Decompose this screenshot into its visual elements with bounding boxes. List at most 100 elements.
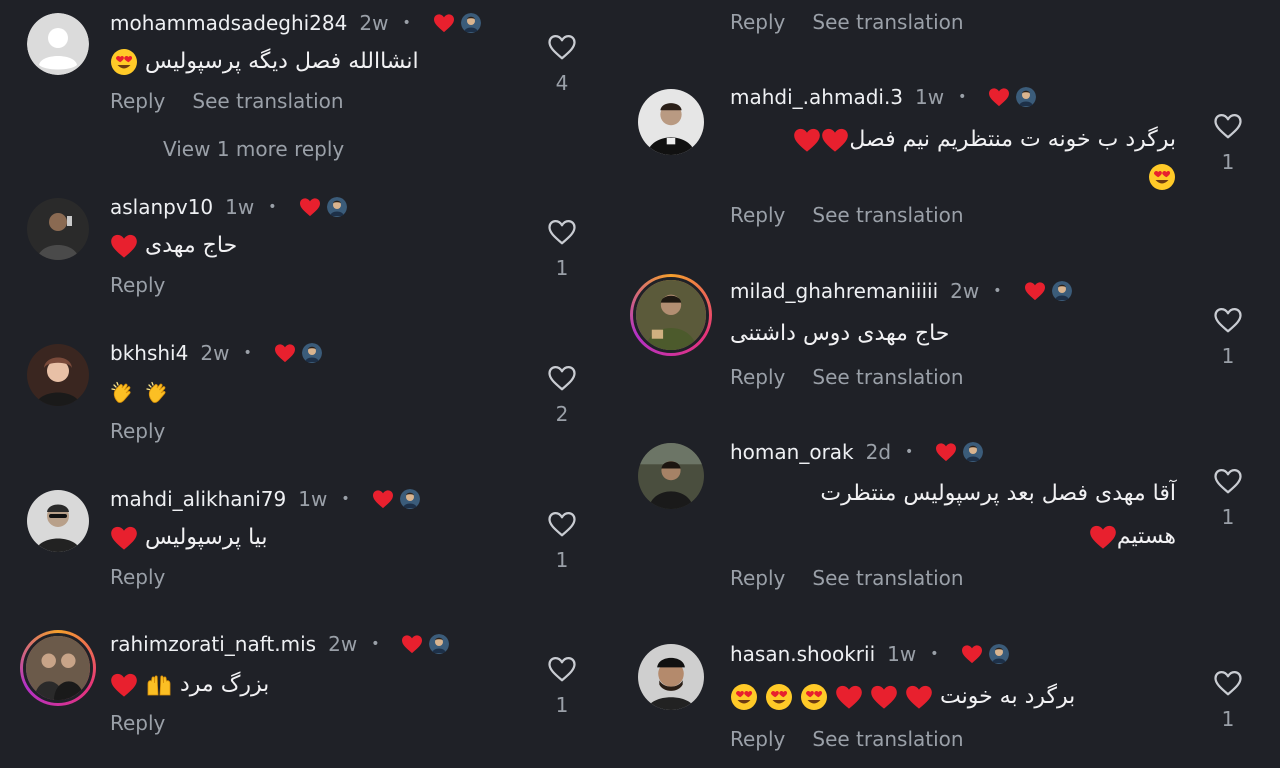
like-count: 1 <box>1221 505 1235 529</box>
comment-meta: rahimzorati_naft.mis 2w • <box>110 630 449 658</box>
user-avatar-icon <box>23 633 93 703</box>
avatar[interactable] <box>27 490 89 552</box>
creator-liked-heart-icon <box>433 13 455 33</box>
user-avatar-icon <box>27 198 89 260</box>
like-count: 1 <box>555 256 569 280</box>
see-translation-button[interactable]: See translation <box>192 89 343 113</box>
timestamp: 2d <box>865 440 892 464</box>
like-heart-icon[interactable] <box>547 218 577 246</box>
reply-button[interactable]: Reply <box>110 711 165 735</box>
comment-text: انشاالله فصل دیگه پرسپولیس <box>110 42 419 82</box>
red-heart-emoji-icon <box>835 683 863 711</box>
like-heart-icon[interactable] <box>1213 669 1243 697</box>
red-heart-emoji-icon <box>821 126 849 154</box>
user-avatar-icon <box>633 277 709 353</box>
comment-actions: Reply <box>110 273 165 297</box>
like-heart-icon[interactable] <box>547 33 577 61</box>
reply-button[interactable]: Reply <box>730 203 785 227</box>
avatar[interactable] <box>638 443 704 509</box>
comment-item: milad_ghahremaniiiii 2w • حاج مهدی دوس د… <box>620 274 1280 400</box>
see-translation-button[interactable]: See translation <box>812 566 963 590</box>
like-heart-icon[interactable] <box>1213 306 1243 334</box>
red-heart-emoji-icon <box>110 232 138 260</box>
separator-dot: • <box>993 283 1002 299</box>
reply-button[interactable]: Reply <box>110 419 165 443</box>
like-control: 1 <box>1208 467 1248 529</box>
reply-button[interactable]: Reply <box>730 566 785 590</box>
clapping-hands-emoji-icon <box>110 380 138 408</box>
like-heart-icon[interactable] <box>547 655 577 683</box>
timestamp: 1w <box>298 487 328 511</box>
like-count: 4 <box>555 71 569 95</box>
username[interactable]: milad_ghahremaniiiii <box>730 279 938 303</box>
comment-actions: Reply <box>110 711 165 735</box>
comment-body: هستیم <box>1116 524 1176 549</box>
username[interactable]: mahdi_.ahmadi.3 <box>730 85 903 109</box>
red-heart-emoji-icon <box>110 671 138 699</box>
like-control: 1 <box>542 655 582 717</box>
avatar[interactable] <box>638 644 704 710</box>
like-heart-icon[interactable] <box>1213 112 1243 140</box>
creator-liked-heart-icon <box>299 197 321 217</box>
reply-button[interactable]: Reply <box>110 565 165 589</box>
comment-item: homan_orak 2d • آقا مهدی فصل بعد پرسپولی… <box>620 438 1280 611</box>
comment-item: mohammadsadeghi284 2w • انشاالله فصل دیگ… <box>0 0 600 180</box>
user-avatar-icon <box>638 443 704 509</box>
raising-hands-emoji-icon <box>145 671 173 699</box>
timestamp: 2w <box>200 341 230 365</box>
creator-mini-avatar <box>302 343 322 363</box>
comment-actions: Reply <box>110 419 165 443</box>
comment-item: mahdi_alikhani79 1w • بیا پرسپولیس Reply… <box>0 485 600 598</box>
comment-text-line2: هستیم <box>730 517 1176 557</box>
username[interactable]: hasan.shookrii <box>730 642 875 666</box>
avatar[interactable] <box>27 198 89 260</box>
avatar[interactable] <box>638 89 704 155</box>
comment-meta: milad_ghahremaniiiii 2w • <box>730 277 1072 305</box>
comment-text: حاج مهدی دوس داشتنی <box>730 314 949 354</box>
see-translation-button[interactable]: See translation <box>812 365 963 389</box>
comment-text <box>110 374 173 414</box>
view-more-replies-button[interactable]: View 1 more reply <box>163 137 344 161</box>
creator-mini-avatar <box>1052 281 1072 301</box>
reply-button[interactable]: Reply <box>730 727 785 751</box>
comment-meta: homan_orak 2d • <box>730 438 983 466</box>
avatar[interactable] <box>27 344 89 406</box>
like-heart-icon[interactable] <box>547 364 577 392</box>
timestamp: 1w <box>915 85 945 109</box>
reply-button[interactable]: Reply <box>110 273 165 297</box>
red-heart-emoji-icon <box>870 683 898 711</box>
creator-liked-heart-icon <box>274 343 296 363</box>
comment-text: حاج مهدی <box>110 226 237 266</box>
like-heart-icon[interactable] <box>1213 467 1243 495</box>
reply-button[interactable]: Reply <box>110 89 165 113</box>
username[interactable]: aslanpv10 <box>110 195 213 219</box>
like-control: 2 <box>542 364 582 426</box>
comment-text: برگرد ب خونه ت منتظریم نیم فصل <box>730 120 1176 160</box>
reply-button[interactable]: Reply <box>730 365 785 389</box>
separator-dot: • <box>341 491 350 507</box>
like-control: 1 <box>1208 306 1248 368</box>
see-translation-button[interactable]: See translation <box>812 203 963 227</box>
creator-mini-avatar <box>1016 87 1036 107</box>
comment-text-line2 <box>730 157 1176 197</box>
username[interactable]: mahdi_alikhani79 <box>110 487 286 511</box>
separator-dot: • <box>268 199 277 215</box>
username[interactable]: bkhshi4 <box>110 341 188 365</box>
see-translation-button[interactable]: See translation <box>812 727 963 751</box>
username[interactable]: homan_orak <box>730 440 854 464</box>
creator-mini-avatar <box>400 489 420 509</box>
username[interactable]: rahimzorati_naft.mis <box>110 632 316 656</box>
comment-meta: mahdi_alikhani79 1w • <box>110 485 420 513</box>
avatar-story-ring[interactable] <box>20 630 96 706</box>
avatar-story-ring[interactable] <box>630 274 712 356</box>
user-avatar-icon <box>638 644 704 710</box>
avatar[interactable] <box>27 13 89 75</box>
see-translation-button[interactable]: See translation <box>812 10 963 34</box>
username[interactable]: mohammadsadeghi284 <box>110 11 347 35</box>
like-heart-icon[interactable] <box>547 510 577 538</box>
comment-item: aslanpv10 1w • حاج مهدی Reply 1 <box>0 195 600 306</box>
comment-item: rahimzorati_naft.mis 2w • بزرگ مرد Reply… <box>0 630 600 753</box>
clapping-hands-emoji-icon <box>145 380 173 408</box>
reply-button[interactable]: Reply <box>730 10 785 34</box>
like-control: 1 <box>542 218 582 280</box>
